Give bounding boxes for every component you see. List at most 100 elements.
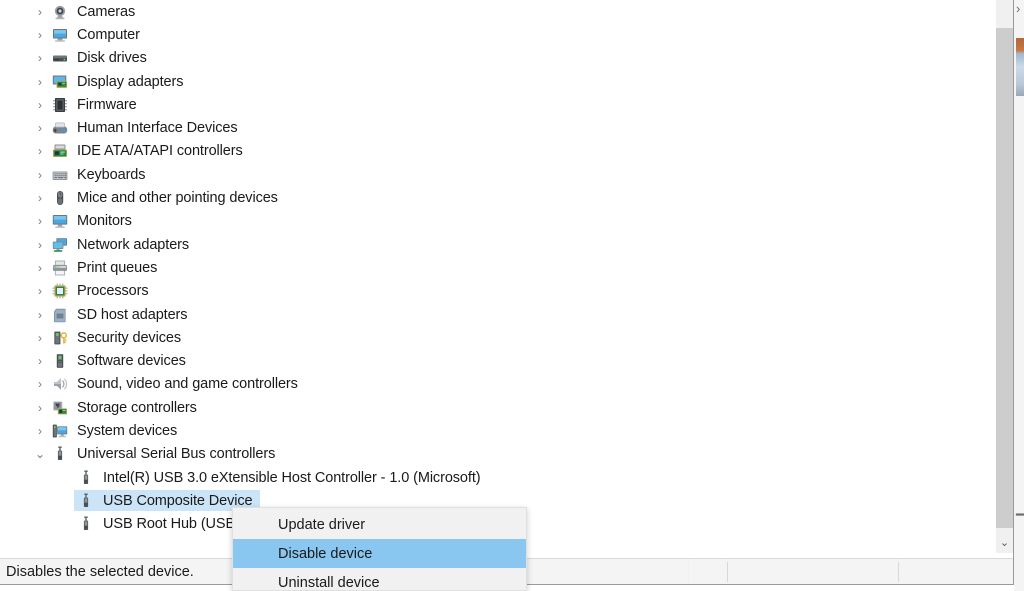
device-context-menu[interactable]: Update driverDisable deviceUninstall dev…: [232, 507, 527, 591]
tree-item-content: Processors: [52, 283, 149, 299]
tree-item-label: Monitors: [77, 213, 132, 229]
usb-icon: [78, 493, 94, 509]
tree-item-disk-drives[interactable]: › Disk drives: [0, 47, 995, 70]
chevron-right-icon[interactable]: ›: [32, 326, 48, 349]
device-manager-window: ›Cameras›Computer›Disk drives›Display ad…: [0, 0, 1014, 585]
tree-item-sd-host-adapters[interactable]: › SD host adapters: [0, 303, 995, 326]
tree-item-sound-video-and-game-controllers[interactable]: › Sound, video and game controllers: [0, 373, 995, 396]
usb-icon: [78, 516, 94, 532]
chevron-right-icon[interactable]: ›: [32, 233, 48, 256]
tree-item-system-devices[interactable]: ›System devices: [0, 419, 995, 442]
menu-item-disable-device[interactable]: Disable device: [233, 539, 526, 568]
tree-item-label: Firmware: [77, 97, 137, 113]
tree-item-computer[interactable]: ›Computer: [0, 23, 995, 46]
chevron-right-icon[interactable]: ›: [32, 140, 48, 163]
chevron-right-icon[interactable]: ›: [32, 23, 48, 46]
chevron-right-icon[interactable]: ›: [32, 93, 48, 116]
tree-item-label: Print queues: [77, 260, 157, 276]
tree-item-monitors[interactable]: › Monitors: [0, 210, 995, 233]
tree-item-label: Mice and other pointing devices: [77, 190, 278, 206]
chevron-right-icon[interactable]: ›: [32, 0, 48, 23]
tree-item-label: Processors: [77, 283, 149, 299]
chevron-right-icon[interactable]: ›: [32, 47, 48, 70]
tree-item-intel-r-usb-3-0-extensible-host-controller-1-0-microsoft[interactable]: Intel(R) USB 3.0 eXtensible Host Control…: [0, 466, 995, 489]
security-device-icon: [52, 330, 68, 346]
tree-item-human-interface-devices[interactable]: ›Human Interface Devices: [0, 116, 995, 139]
device-tree[interactable]: ›Cameras›Computer›Disk drives›Display ad…: [0, 0, 995, 553]
tree-item-storage-controllers[interactable]: ›Storage controllers: [0, 396, 995, 419]
sd-card-icon: [52, 307, 68, 323]
tree-item-print-queues[interactable]: › Print queues: [0, 256, 995, 279]
computer-icon: [52, 27, 68, 43]
tree-item-mice-and-other-pointing-devices[interactable]: › Mice and other pointing devices: [0, 186, 995, 209]
chevron-right-icon[interactable]: ›: [32, 349, 48, 372]
tree-item-content: Sound, video and game controllers: [52, 376, 298, 392]
chevron-right-icon[interactable]: ›: [32, 210, 48, 233]
status-panel-4: [899, 559, 1013, 584]
tree-item-label: Software devices: [77, 353, 186, 369]
tree-item-content: Monitors: [52, 213, 132, 229]
chevron-right-icon[interactable]: ›: [32, 186, 48, 209]
tree-item-content: Cameras: [52, 4, 135, 20]
tree-item-label: Disk drives: [77, 50, 147, 66]
tree-item-content: Security devices: [52, 330, 181, 346]
tree-item-label: Intel(R) USB 3.0 eXtensible Host Control…: [103, 470, 480, 486]
background-divider: ━: [1016, 508, 1024, 521]
tree-item-firmware[interactable]: › Firmware: [0, 93, 995, 116]
hid-gamepad-icon: [52, 120, 68, 136]
display-adapter-icon: [52, 74, 68, 90]
status-panel-2: [689, 559, 727, 584]
usb-icon: [78, 470, 94, 486]
tree-item-content: USB Composite Device: [78, 493, 253, 509]
tree-item-cameras[interactable]: › Cameras: [0, 0, 995, 23]
tree-item-label: Universal Serial Bus controllers: [77, 446, 275, 462]
scroll-down-icon[interactable]: ⌄: [996, 532, 1013, 553]
background-thumbnail-1: [1016, 38, 1024, 66]
printer-icon: [52, 260, 68, 276]
tree-item-content: IDE ATA/ATAPI controllers: [52, 143, 243, 159]
tree-item-security-devices[interactable]: › Security devices: [0, 326, 995, 349]
tree-item-display-adapters[interactable]: › Display adapters: [0, 70, 995, 93]
chevron-right-icon[interactable]: ›: [32, 70, 48, 93]
chevron-right-icon[interactable]: ›: [32, 163, 48, 186]
system-device-icon: [52, 423, 68, 439]
tree-item-label: Sound, video and game controllers: [77, 376, 298, 392]
chevron-right-icon[interactable]: ›: [32, 373, 48, 396]
chevron-right-icon[interactable]: ›: [32, 116, 48, 139]
tree-item-keyboards[interactable]: › Keyboards: [0, 163, 995, 186]
chevron-right-icon[interactable]: ›: [32, 256, 48, 279]
scrollbar-thumb[interactable]: [996, 28, 1013, 528]
tree-item-label: Display adapters: [77, 74, 183, 90]
tree-item-content: Disk drives: [52, 50, 147, 66]
chevron-right-icon[interactable]: ›: [32, 396, 48, 419]
tree-item-ide-ata-atapi-controllers[interactable]: ›IDE ATA/ATAPI controllers: [0, 140, 995, 163]
mouse-icon: [52, 190, 68, 206]
speaker-icon: [52, 376, 68, 392]
ide-controller-icon: [52, 143, 68, 159]
tree-item-network-adapters[interactable]: ›Network adapters: [0, 233, 995, 256]
network-adapter-icon: [52, 237, 68, 253]
tree-item-content: Universal Serial Bus controllers: [52, 446, 275, 462]
tree-item-label: Keyboards: [77, 167, 145, 183]
menu-item-update-driver[interactable]: Update driver: [233, 510, 526, 539]
chevron-down-icon[interactable]: ⌄: [32, 443, 48, 466]
chevron-right-icon[interactable]: ›: [32, 303, 48, 326]
tree-item-universal-serial-bus-controllers[interactable]: ⌄ Universal Serial Bus controllers: [0, 443, 995, 466]
processor-icon: [52, 283, 68, 299]
tree-vertical-scrollbar[interactable]: ⌄: [995, 0, 1013, 553]
keyboard-icon: [52, 167, 68, 183]
chevron-right-icon[interactable]: ›: [32, 280, 48, 303]
tree-item-processors[interactable]: › Processors: [0, 280, 995, 303]
chevron-right-icon[interactable]: ›: [32, 419, 48, 442]
tree-item-content: Storage controllers: [52, 400, 197, 416]
tree-item-label: Cameras: [77, 4, 135, 20]
firmware-icon: [52, 97, 68, 113]
usb-icon: [52, 446, 68, 462]
menu-item-uninstall-device[interactable]: Uninstall device: [233, 568, 526, 591]
tree-item-label: Security devices: [77, 330, 181, 346]
tree-item-content: Display adapters: [52, 74, 183, 90]
software-device-icon: [52, 353, 68, 369]
tree-item-software-devices[interactable]: › Software devices: [0, 349, 995, 372]
tree-item-label: SD host adapters: [77, 307, 187, 323]
storage-controller-icon: [52, 400, 68, 416]
